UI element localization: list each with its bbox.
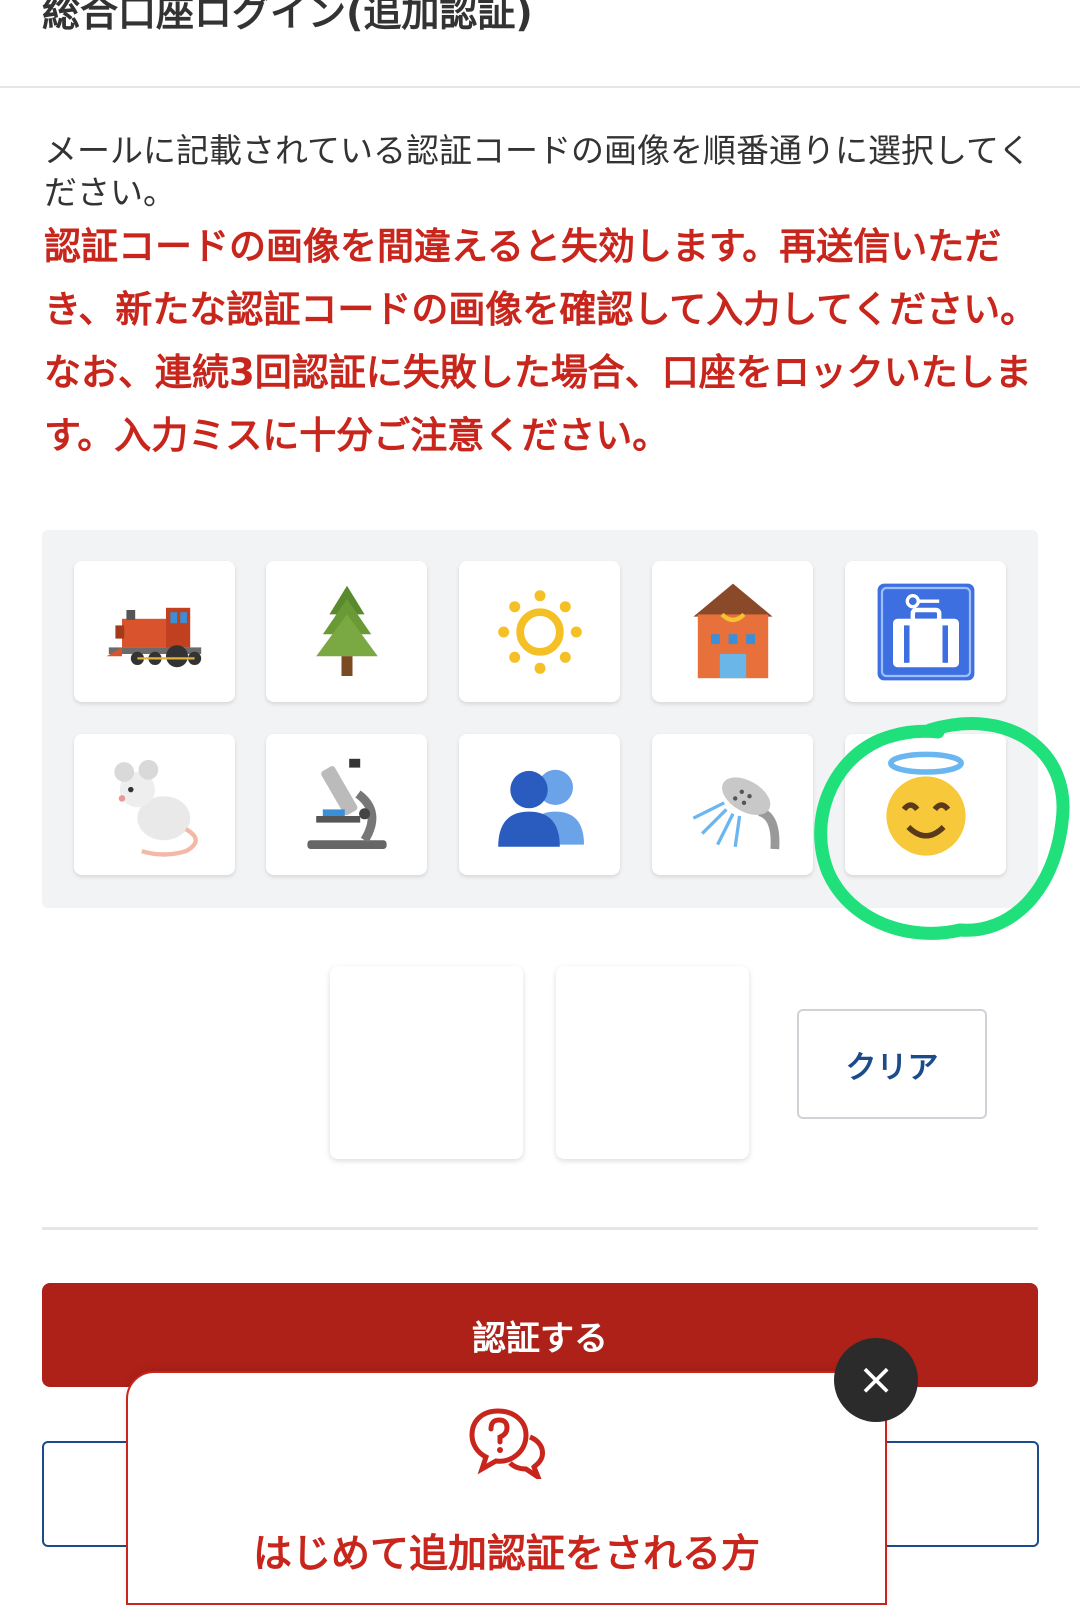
help-popup[interactable]: はじめて追加認証をされる方 — [126, 1371, 887, 1605]
icon-option-busts-in-silhouette[interactable] — [459, 734, 620, 875]
smiling-face-with-halo-icon — [885, 751, 966, 856]
warning-line-2: なお、連続3回認証に失敗した場合、口座をロックいたします。入力ミスに十分ご注意く… — [44, 351, 1032, 457]
selected-slot-1[interactable] — [330, 966, 523, 1159]
evergreen-tree-icon — [315, 585, 378, 676]
page-title: 総合口座ログイン(追加認証) — [42, 0, 533, 35]
icon-selection-panel — [42, 530, 1038, 908]
instruction-text: メールに記載されている認証コードの画像を順番通りに選択してください。 — [44, 131, 1032, 212]
title-divider — [0, 86, 1080, 88]
icon-option-post-office[interactable] — [652, 561, 813, 702]
warning-line-1: 認証コードの画像を間違えると失効します。再送信いただき、新たな認証コードの画像を… — [44, 225, 1038, 331]
icon-option-shower[interactable] — [652, 734, 813, 875]
icon-option-baggage-claim[interactable] — [845, 561, 1006, 702]
warning-text: 認証コードの画像を間違えると失効します。再送信いただき、新たな認証コードの画像を… — [44, 215, 1044, 467]
speech-bubble-question-icon — [469, 1408, 545, 1479]
close-popup-button[interactable]: × — [834, 1338, 918, 1422]
icon-option-steam-locomotive[interactable] — [74, 561, 235, 702]
microscope-icon — [306, 758, 387, 849]
icon-option-microscope[interactable] — [266, 734, 427, 875]
clear-button[interactable]: クリア — [797, 1009, 987, 1119]
icon-option-mouse[interactable] — [74, 734, 235, 875]
sun-icon — [497, 589, 582, 674]
icon-option-sun[interactable] — [459, 561, 620, 702]
busts-in-silhouette-icon — [497, 769, 584, 847]
baggage-claim-icon — [877, 583, 974, 680]
steam-locomotive-icon — [106, 607, 201, 667]
icon-option-evergreen-tree[interactable] — [266, 561, 427, 702]
selected-slot-2[interactable] — [556, 966, 749, 1159]
mouse-icon — [113, 759, 198, 857]
post-office-icon — [692, 583, 773, 678]
icon-option-smiling-face-with-halo[interactable] — [845, 734, 1006, 875]
section-divider — [42, 1227, 1038, 1230]
help-popup-text: はじめて追加認証をされる方 — [252, 1532, 760, 1577]
shower-icon — [692, 776, 779, 849]
